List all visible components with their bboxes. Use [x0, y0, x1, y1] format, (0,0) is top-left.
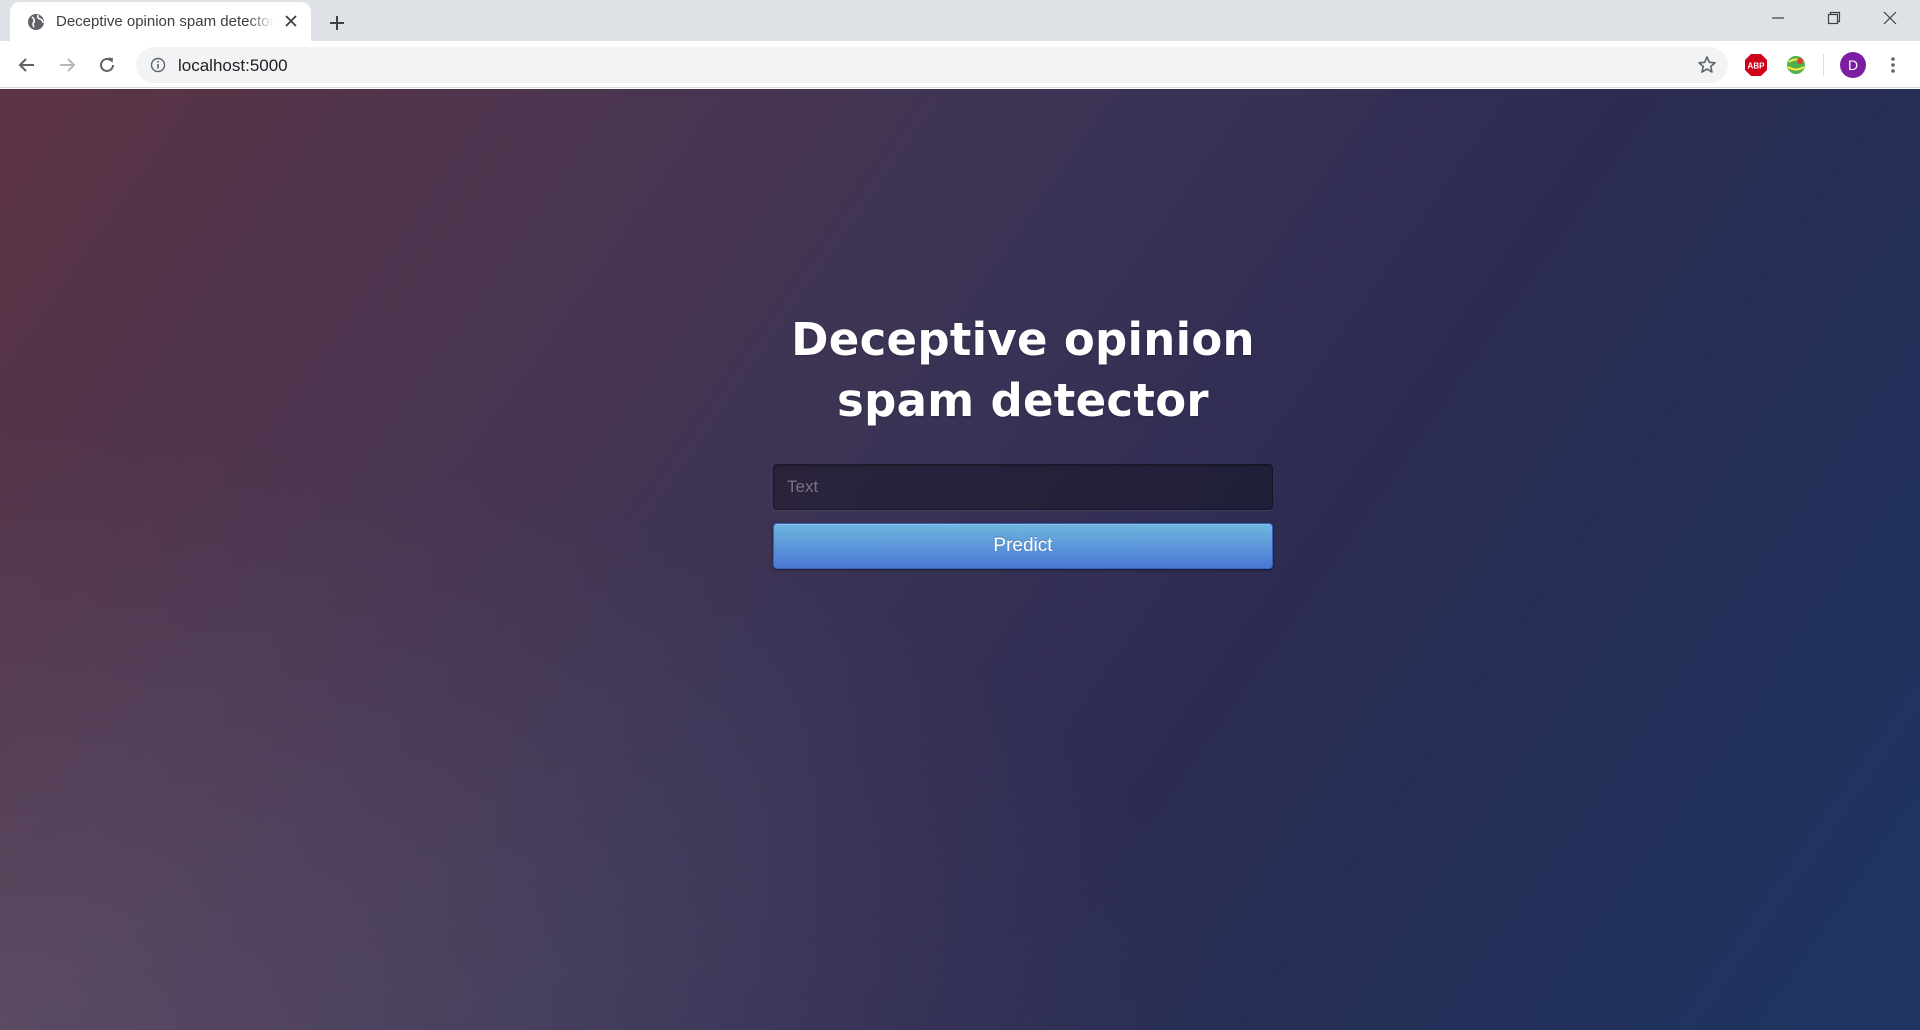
page-title: Deceptive opinion spam detector	[773, 309, 1273, 431]
forward-arrow-icon	[60, 58, 76, 72]
browser-tab[interactable]: Deceptive opinion spam detector	[10, 2, 311, 41]
minimize-button[interactable]	[1750, 0, 1806, 36]
more-vert-icon[interactable]	[1880, 52, 1906, 78]
back-button[interactable]	[12, 50, 42, 80]
star-icon[interactable]	[1696, 54, 1718, 76]
predict-form: Deceptive opinion spam detector Predict	[773, 309, 1273, 569]
close-icon	[1883, 11, 1897, 25]
page-title-line-2: spam detector	[837, 374, 1209, 427]
page-title-line-1: Deceptive opinion	[791, 313, 1255, 366]
text-input[interactable]	[773, 464, 1273, 510]
tab-strip: Deceptive opinion spam detector	[0, 0, 1920, 41]
predict-button[interactable]: Predict	[773, 523, 1273, 569]
reload-icon	[100, 57, 114, 72]
new-tab-button[interactable]	[323, 9, 351, 37]
svg-text:ABP: ABP	[1748, 62, 1766, 71]
restore-button[interactable]	[1806, 0, 1862, 36]
forward-button[interactable]	[52, 50, 82, 80]
window-close-button[interactable]	[1862, 0, 1918, 36]
address-bar[interactable]: localhost:5000	[136, 47, 1728, 83]
info-icon[interactable]	[148, 55, 168, 75]
toolbar-divider	[1823, 54, 1824, 76]
globe-extension-icon[interactable]	[1784, 53, 1808, 77]
browser-toolbar: localhost:5000 ABP D	[0, 41, 1920, 88]
minimize-icon	[1772, 17, 1784, 19]
back-arrow-icon	[18, 58, 34, 72]
plus-icon	[330, 16, 344, 30]
profile-avatar[interactable]: D	[1840, 52, 1866, 78]
adblock-plus-icon[interactable]: ABP	[1744, 53, 1768, 77]
page-viewport: Deceptive opinion spam detector Predict	[0, 89, 1920, 1030]
globe-icon	[26, 12, 46, 32]
url-text[interactable]: localhost:5000	[178, 56, 288, 76]
reload-button[interactable]	[92, 50, 122, 80]
tab-title: Deceptive opinion spam detector	[56, 13, 274, 30]
tab-close-icon[interactable]	[281, 11, 301, 31]
restore-icon	[1827, 11, 1841, 25]
